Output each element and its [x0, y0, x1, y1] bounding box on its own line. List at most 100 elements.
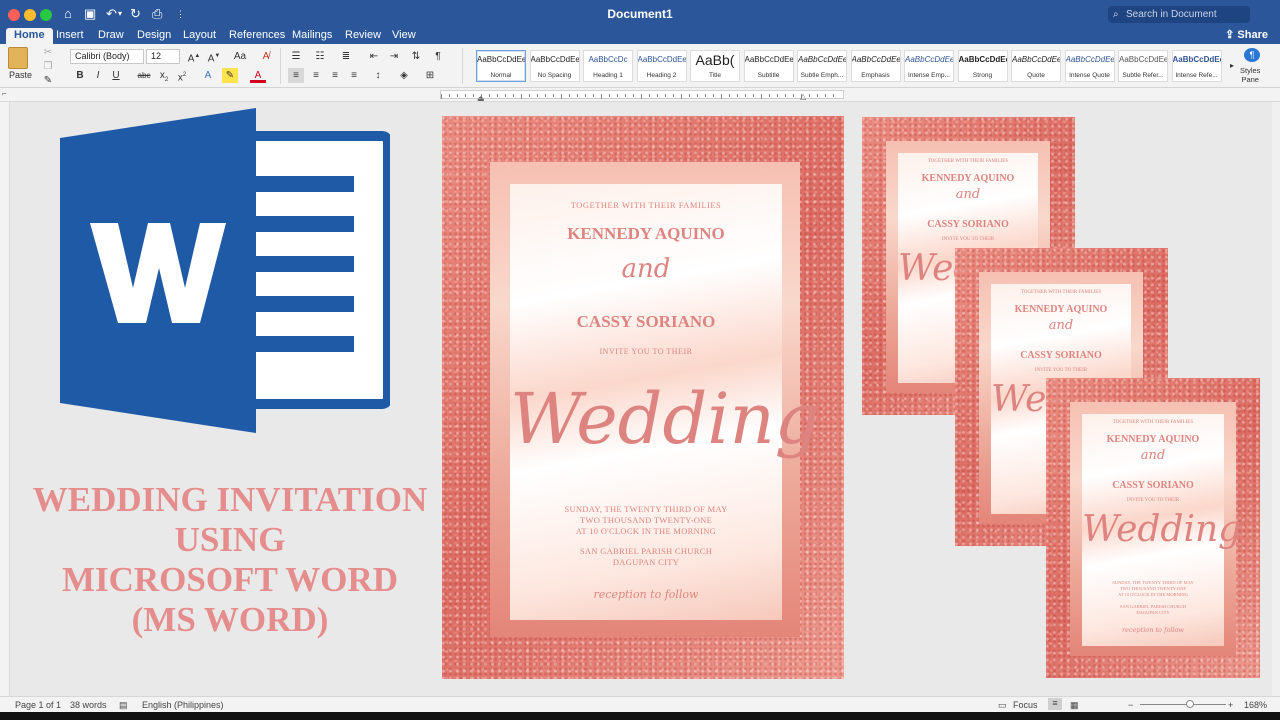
numbering-icon[interactable]: ☷ [312, 49, 328, 64]
style-tile[interactable]: AaBbCcDdEe Subtitle [743, 50, 794, 82]
tab-review[interactable]: Review [337, 28, 389, 44]
style-tile[interactable]: AaBbCcDdEe Intense Quote [1064, 50, 1115, 82]
tab-references[interactable]: References [221, 28, 293, 44]
style-tile[interactable]: AaBbCcDdEe Subtle Emph... [797, 50, 847, 82]
print-icon[interactable]: ⎙ [152, 6, 162, 22]
copy-icon[interactable]: ❐ [40, 59, 56, 74]
redo-icon[interactable]: ↻ [130, 6, 141, 22]
styles-gallery-more-icon[interactable]: ▸ [1224, 58, 1240, 73]
italic-button[interactable]: I [90, 68, 106, 83]
right-indent-marker-icon[interactable]: △ [800, 92, 806, 101]
style-tile[interactable]: AaBbCcDdEe Intense Refe... [1171, 50, 1222, 82]
borders-icon[interactable]: ⊞ [422, 68, 438, 83]
show-formatting-icon[interactable]: ¶ [430, 49, 446, 64]
style-tile[interactable]: AaBbCcDdEe Subtle Refer... [1118, 50, 1168, 82]
format-painter-icon[interactable]: ✎ [40, 73, 56, 88]
font-color-icon[interactable]: A [250, 68, 266, 83]
undo-dropdown-icon[interactable]: ▾ [118, 6, 122, 22]
web-layout-icon[interactable]: ▦ [1070, 700, 1079, 711]
tab-selector-icon[interactable]: ⌐ [2, 89, 7, 98]
horizontal-ruler[interactable]: ⏏ △ ⌐ [0, 88, 1280, 103]
inv-together: TOGETHER WITH THEIR FAMILIES [1020, 290, 1102, 295]
language[interactable]: English (Philippines) [142, 700, 224, 710]
zoom-level[interactable]: 168% [1244, 700, 1267, 710]
ruler-bar[interactable] [440, 90, 844, 99]
line-spacing-icon[interactable]: ↕ [370, 68, 386, 83]
proofing-icon[interactable]: ▤ [119, 700, 128, 711]
justify-icon[interactable]: ≡ [346, 68, 362, 83]
invitation-main[interactable]: TOGETHER WITH THEIR FAMILIES KENNEDY AQU… [442, 116, 844, 679]
search-input[interactable]: ⌕ Search in Document [1108, 6, 1250, 23]
zoom-window-icon[interactable] [40, 9, 52, 21]
grow-font-icon[interactable]: A▲ [186, 49, 202, 64]
minimize-window-icon[interactable] [24, 9, 36, 21]
multilevel-list-icon[interactable]: ≣ [338, 49, 354, 64]
paste-label[interactable]: Paste [9, 70, 32, 80]
style-tile[interactable]: AaBbCcDdEe Heading 2 [636, 50, 687, 82]
highlight-color-icon[interactable]: ✎ [222, 68, 238, 83]
close-window-icon[interactable] [8, 9, 20, 21]
invitation-preview-3[interactable]: TOGETHER WITH THEIR FAMILIES KENNEDY AQU… [1046, 378, 1260, 678]
style-tile[interactable]: AaBbCcDdEe Emphasis [850, 50, 901, 82]
paste-icon[interactable] [8, 47, 28, 69]
tab-insert[interactable]: Insert [48, 28, 92, 44]
save-icon[interactable]: ▣ [84, 6, 96, 22]
zoom-slider-handle[interactable] [1186, 700, 1194, 708]
style-tile[interactable]: AaBbCcDc Heading 1 [583, 50, 633, 82]
styles-pane-label[interactable]: Styles Pane [1240, 66, 1260, 84]
vertical-ruler[interactable] [0, 102, 10, 696]
style-tile[interactable]: AaBbCcDdEe Intense Emp... [904, 50, 954, 82]
ruler-tick [489, 94, 490, 97]
font-size-select[interactable]: 12 [146, 49, 180, 64]
strikethrough-button[interactable]: abc [136, 68, 152, 83]
tab-layout[interactable]: Layout [175, 28, 224, 44]
word-count[interactable]: 38 words [70, 700, 107, 710]
decrease-indent-icon[interactable]: ⇤ [366, 49, 382, 64]
tab-mailings[interactable]: Mailings [284, 28, 340, 44]
sort-icon[interactable]: ⇅ [408, 49, 424, 64]
style-preview: AaBbCcDdEe [798, 55, 846, 64]
zoom-out-icon[interactable]: − [1128, 700, 1133, 710]
bold-button[interactable]: B [72, 68, 88, 83]
subscript-button[interactable]: x2 [156, 68, 172, 83]
customize-toolbar-icon[interactable]: ⋮ [176, 6, 185, 22]
align-center-icon[interactable]: ≡ [308, 68, 324, 83]
tab-home[interactable]: Home [6, 28, 53, 44]
tab-view[interactable]: View [384, 28, 424, 44]
undo-icon[interactable]: ↶ [106, 6, 117, 22]
style-tile[interactable]: AaBbCcDdEe Quote [1011, 50, 1061, 82]
style-name: Intense Refe... [1175, 72, 1218, 79]
inv-and: and [1140, 448, 1166, 463]
shrink-font-icon[interactable]: A▼ [206, 49, 222, 64]
inv-and: and [621, 254, 671, 284]
font-name-select[interactable]: Calibri (Body) [70, 49, 144, 64]
focus-icon[interactable]: ▭ [998, 700, 1007, 711]
print-layout-icon[interactable]: ≡ [1048, 698, 1062, 710]
clear-formatting-icon[interactable]: A̸ [258, 49, 274, 64]
vertical-scrollbar[interactable] [1272, 102, 1280, 696]
home-icon[interactable]: ⌂ [64, 6, 72, 22]
focus-label[interactable]: Focus [1013, 700, 1038, 710]
change-case-icon[interactable]: Aa [232, 49, 248, 64]
thumbnail-title: WEDDING INVITATION USING MICROSOFT WORD … [24, 480, 436, 640]
increase-indent-icon[interactable]: ⇥ [386, 49, 402, 64]
bullets-icon[interactable]: ☰ [288, 49, 304, 64]
style-tile[interactable]: AaBbCcDdEe Normal [476, 50, 526, 82]
shading-icon[interactable]: ◈ [396, 68, 412, 83]
style-tile[interactable]: AaBbCcDdEe No Spacing [529, 50, 580, 82]
style-tile[interactable]: AaBb(Title [690, 50, 740, 82]
tab-design[interactable]: Design [129, 28, 179, 44]
cut-icon[interactable]: ✂ [40, 45, 56, 60]
superscript-button[interactable]: x2 [174, 68, 190, 83]
underline-button[interactable]: U [108, 68, 124, 83]
share-button[interactable]: ⇪ Share [1225, 28, 1268, 42]
styles-pane-icon[interactable]: ¶ [1244, 48, 1260, 62]
align-left-icon[interactable]: ≡ [288, 68, 304, 83]
tab-draw[interactable]: Draw [90, 28, 132, 44]
page-count[interactable]: Page 1 of 1 [15, 700, 61, 710]
style-tile[interactable]: AaBbCcDdEe Strong [957, 50, 1008, 82]
align-right-icon[interactable]: ≡ [327, 68, 343, 83]
text-effects-icon[interactable]: A [200, 68, 216, 83]
zoom-slider[interactable] [1140, 704, 1226, 705]
zoom-in-icon[interactable]: + [1228, 700, 1233, 710]
